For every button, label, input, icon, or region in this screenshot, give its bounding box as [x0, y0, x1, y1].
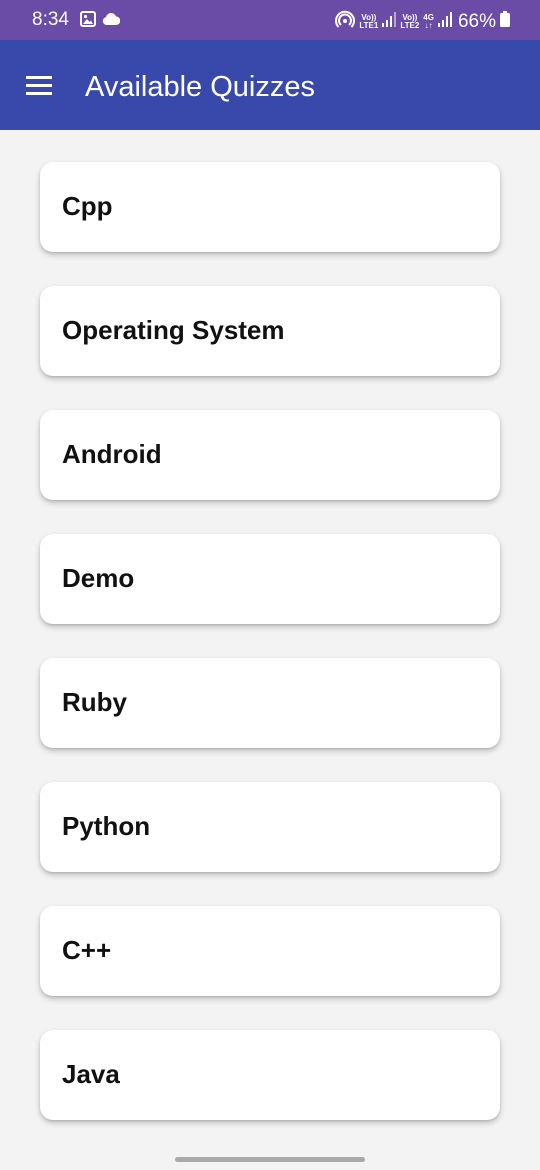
quiz-card-java[interactable]: Java [40, 1030, 500, 1120]
hotspot-icon [335, 9, 356, 34]
status-bar: 8:34 Vo)) LTE1 Vo)) LTE2 4G ↓↑ 66% [0, 0, 540, 40]
quiz-card-android[interactable]: Android [40, 410, 500, 500]
quiz-card-python[interactable]: Python [40, 782, 500, 872]
cloud-icon [102, 12, 121, 31]
quiz-card-demo[interactable]: Demo [40, 534, 500, 624]
quiz-label: Python [62, 811, 151, 841]
signal-icon [382, 11, 397, 32]
signal-icon [437, 11, 452, 32]
quiz-card-cpp[interactable]: Cpp [40, 162, 500, 252]
status-time: 8:34 [32, 9, 69, 30]
status-notification-icons [80, 11, 121, 32]
sim1-label: Vo)) LTE1 [359, 12, 379, 30]
quiz-label: Demo [62, 563, 135, 593]
page-title: Available Quizzes [85, 71, 315, 103]
quiz-card-operating-system[interactable]: Operating System [40, 286, 500, 376]
gallery-icon [80, 11, 96, 32]
sim2-label: Vo)) LTE2 [400, 12, 420, 30]
app-bar: Available Quizzes [0, 40, 540, 130]
battery-icon [500, 11, 510, 32]
quiz-card-ruby[interactable]: Ruby [40, 658, 500, 748]
quiz-label: Ruby [62, 687, 127, 717]
quiz-card-cplusplus[interactable]: C++ [40, 906, 500, 996]
battery-level: 66% [457, 10, 496, 32]
hamburger-menu-icon[interactable] [26, 76, 52, 96]
quiz-label: C++ [62, 935, 112, 965]
home-indicator[interactable] [175, 1157, 365, 1162]
quiz-label: Operating System [62, 315, 285, 345]
network-type: 4G ↓↑ [423, 12, 434, 30]
quiz-label: Cpp [62, 191, 113, 221]
status-system-icons: Vo)) LTE1 Vo)) LTE2 4G ↓↑ 66% [335, 9, 510, 34]
data-arrows-icon: ↓↑ [424, 20, 433, 30]
quiz-label: Java [62, 1059, 120, 1089]
quiz-label: Android [62, 439, 162, 469]
